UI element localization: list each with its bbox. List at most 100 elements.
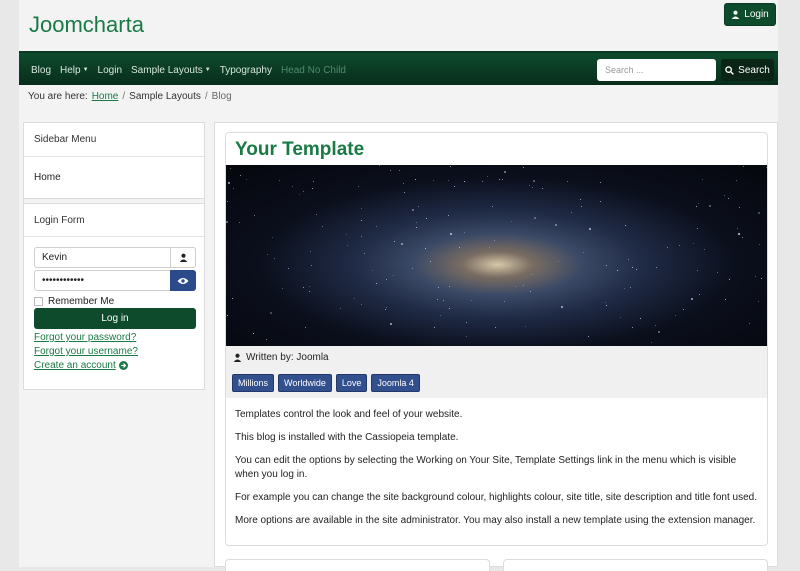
remember-me-label: Remember Me bbox=[48, 296, 115, 307]
article-paragraph: This blog is installed with the Cassiope… bbox=[235, 432, 459, 443]
star-dot bbox=[312, 188, 313, 189]
nav-items: Blog Help ▼ Login Sample Layouts ▼ Typography H… bbox=[31, 53, 355, 87]
star-dot bbox=[606, 305, 607, 306]
tag-millions[interactable]: Millions bbox=[232, 374, 275, 392]
create-account-link[interactable]: Create an account bbox=[34, 360, 128, 371]
nav-item-sample-layouts[interactable]: Sample Layouts ▼ bbox=[131, 65, 211, 76]
star-dot bbox=[617, 270, 618, 271]
star-dot bbox=[266, 339, 267, 340]
star-dot bbox=[600, 201, 601, 202]
star-dot bbox=[440, 315, 441, 316]
search-input[interactable]: Search ... bbox=[597, 59, 716, 81]
star-dot bbox=[386, 307, 387, 308]
star-dot bbox=[531, 274, 532, 275]
star-dot bbox=[425, 248, 426, 249]
nav-item-typography[interactable]: Typography bbox=[220, 65, 272, 76]
article-meta: Written by: Joomla Millions Worldwide Love… bbox=[226, 346, 767, 398]
star-dot bbox=[693, 243, 694, 244]
star-dot bbox=[310, 251, 311, 252]
star-dot bbox=[354, 298, 355, 299]
star-dot bbox=[655, 325, 656, 326]
forgot-username-link[interactable]: Forgot your username? bbox=[34, 346, 138, 357]
star-dot bbox=[533, 180, 535, 182]
eye-icon bbox=[177, 277, 189, 284]
star-dot bbox=[450, 166, 451, 167]
tag-joomla-4[interactable]: Joomla 4 bbox=[371, 374, 420, 392]
nav-item-head-no-child[interactable]: Head No Child bbox=[281, 65, 346, 76]
author-text: Written by: Joomla bbox=[246, 352, 329, 363]
star-dot bbox=[628, 259, 629, 260]
star-dot bbox=[515, 286, 516, 287]
login-form-title: Login Form bbox=[24, 204, 204, 237]
tag-worldwide[interactable]: Worldwide bbox=[278, 374, 332, 392]
star-dot bbox=[755, 276, 756, 277]
star-dot bbox=[534, 217, 536, 219]
site-brand[interactable]: Joomcharta bbox=[29, 12, 144, 38]
header-login-label: Login bbox=[744, 9, 769, 20]
page: Joomcharta Login Blog Help ▼ Login Sample La… bbox=[19, 0, 778, 571]
star-dot bbox=[697, 228, 698, 229]
article-title[interactable]: Your Template bbox=[235, 139, 364, 161]
user-icon bbox=[233, 353, 242, 362]
star-dot bbox=[253, 333, 254, 334]
star-dot bbox=[605, 302, 606, 303]
breadcrumb-home-link[interactable]: Home bbox=[92, 91, 119, 102]
show-password-button[interactable] bbox=[170, 270, 196, 291]
create-account-label: Create an account bbox=[34, 360, 116, 371]
breadcrumb-sample-layouts[interactable]: Sample Layouts bbox=[129, 91, 201, 102]
nav-item-blog[interactable]: Blog bbox=[31, 65, 51, 76]
star-dot bbox=[523, 285, 524, 286]
star-dot bbox=[482, 181, 483, 182]
star-dot bbox=[606, 265, 607, 266]
search-icon bbox=[725, 65, 735, 75]
username-field[interactable]: Kevin bbox=[34, 247, 196, 268]
star-dot bbox=[403, 183, 404, 184]
star-dot bbox=[361, 236, 362, 237]
password-field[interactable]: •••••••••••• bbox=[34, 270, 196, 291]
breadcrumb-prefix: You are here: bbox=[28, 91, 88, 102]
login-submit-button[interactable]: Log in bbox=[34, 308, 196, 329]
star-dot bbox=[303, 287, 304, 288]
star-dot bbox=[743, 166, 744, 167]
star-dot bbox=[313, 181, 314, 182]
star-dot bbox=[227, 315, 228, 316]
article-image bbox=[226, 165, 767, 346]
star-dot bbox=[364, 253, 365, 254]
star-dot bbox=[511, 221, 512, 222]
star-dot bbox=[471, 300, 472, 301]
user-icon bbox=[731, 10, 740, 19]
sidebar-menu-title: Sidebar Menu bbox=[34, 134, 97, 145]
sidebar-item-home[interactable]: Home bbox=[24, 156, 204, 198]
star-dot bbox=[303, 191, 304, 192]
article-tags: Millions Worldwide Love Joomla 4 bbox=[232, 374, 420, 392]
star-dot bbox=[624, 288, 625, 289]
star-dot bbox=[316, 214, 317, 215]
star-dot bbox=[542, 188, 543, 189]
search-button[interactable]: Search bbox=[721, 59, 774, 81]
star-dot bbox=[270, 312, 272, 314]
header-login-button[interactable]: Login bbox=[724, 3, 776, 26]
star-dot bbox=[580, 199, 581, 200]
star-dot bbox=[449, 286, 450, 287]
star-dot bbox=[227, 201, 228, 202]
star-dot bbox=[758, 301, 759, 302]
remember-me[interactable]: Remember Me bbox=[34, 296, 114, 307]
forgot-password-link[interactable]: Forgot your password? bbox=[34, 332, 136, 343]
star-dot bbox=[717, 272, 718, 273]
star-dot bbox=[430, 261, 431, 262]
star-dot bbox=[246, 179, 247, 180]
star-dot bbox=[412, 268, 413, 269]
nav-item-help[interactable]: Help ▼ bbox=[60, 65, 89, 76]
star-dot bbox=[504, 301, 505, 302]
star-dot bbox=[738, 233, 740, 235]
star-dot bbox=[267, 254, 268, 255]
breadcrumb-current: Blog bbox=[211, 91, 232, 102]
star-dot bbox=[667, 247, 668, 248]
star-dot bbox=[529, 185, 530, 186]
star-dot bbox=[288, 268, 289, 269]
star-dot bbox=[697, 270, 698, 271]
star-dot bbox=[418, 206, 419, 207]
remember-me-checkbox[interactable] bbox=[34, 297, 43, 306]
nav-item-login[interactable]: Login bbox=[98, 65, 122, 76]
tag-love[interactable]: Love bbox=[335, 374, 368, 392]
